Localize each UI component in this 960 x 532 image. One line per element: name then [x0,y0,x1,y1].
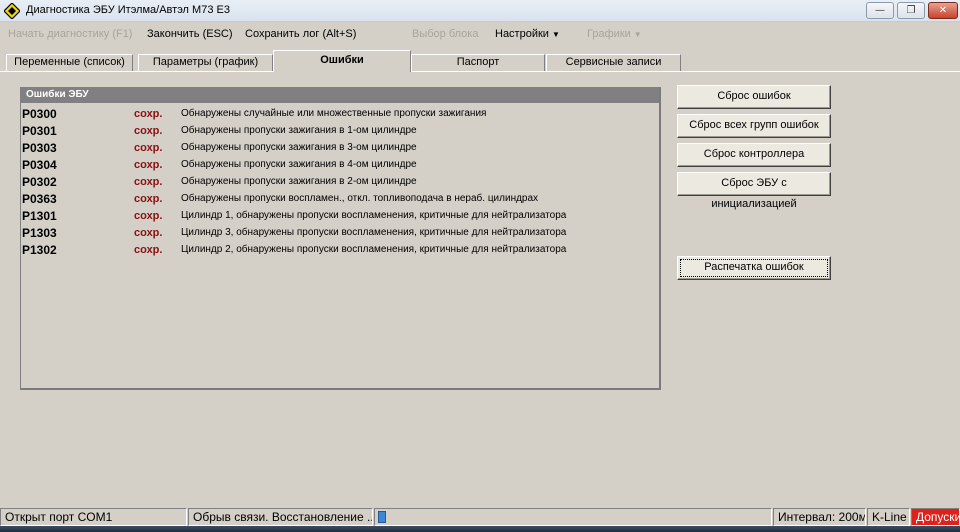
status-bar: Открыт порт COM1 Обрыв связи. Восстановл… [0,508,960,526]
error-row[interactable]: P0301 сохр. Обнаружены пропуски зажигани… [21,122,659,139]
close-button[interactable]: ✕ [928,2,958,19]
status-alarm: Допуски [911,508,960,526]
error-row[interactable]: P1302 сохр. Цилиндр 2, обнаружены пропус… [21,241,659,258]
tab-parameters-graph[interactable]: Параметры (график) [138,54,273,71]
error-code: P0300 [22,107,57,121]
error-state: сохр. [134,108,163,120]
menu-settings-label: Настройки [495,28,549,40]
menu-settings[interactable]: Настройки ▼ [495,28,560,40]
tab-service-records[interactable]: Сервисные записи [546,54,681,71]
menu-finish[interactable]: Закончить (ESC) [147,28,233,40]
reset-errors-button[interactable]: Сброс ошибок [677,85,831,109]
tab-errors[interactable]: Ошибки [273,50,411,72]
reset-all-groups-button[interactable]: Сброс всех групп ошибок [677,114,831,138]
error-description: Обнаружены пропуски зажигания в 3-ом цил… [181,142,417,153]
status-line-type: K-Line [867,508,910,526]
error-row[interactable]: P1303 сохр. Цилиндр 3, обнаружены пропус… [21,224,659,241]
error-row[interactable]: P0304 сохр. Обнаружены пропуски зажигани… [21,156,659,173]
print-errors-button[interactable]: Распечатка ошибок [677,256,831,280]
error-row[interactable]: P0303 сохр. Обнаружены пропуски зажигани… [21,139,659,156]
error-row[interactable]: P0300 сохр. Обнаружены случайные или мно… [21,105,659,122]
menu-bar: Начать диагностику (F1) Закончить (ESC) … [0,24,960,44]
tab-strip-line [0,71,960,72]
error-state: сохр. [134,125,163,137]
error-state: сохр. [134,210,163,222]
error-row[interactable]: P0302 сохр. Обнаружены пропуски зажигани… [21,173,659,190]
chevron-down-icon: ▼ [551,30,560,39]
app-diamond-icon [4,3,20,19]
error-code: P0304 [22,158,57,172]
error-state: сохр. [134,227,163,239]
error-description: Цилиндр 1, обнаружены пропуски воспламен… [181,210,567,221]
error-code: P0303 [22,141,57,155]
error-code: P1303 [22,226,57,240]
menu-save-log[interactable]: Сохранить лог (Alt+S) [245,28,356,40]
reset-controller-button[interactable]: Сброс контроллера [677,143,831,167]
error-code: P0302 [22,175,57,189]
error-state: сохр. [134,142,163,154]
window-title: Диагностика ЭБУ Итэлма/Автэл М73 Е3 [26,4,230,16]
error-description: Обнаружены пропуски воспламен., откл. то… [181,193,539,204]
error-code: P1301 [22,209,57,223]
error-description: Обнаружены пропуски зажигания в 1-ом цил… [181,125,417,136]
status-port: Открыт порт COM1 [0,508,187,526]
menu-select-block[interactable]: Выбор блока [412,28,478,40]
menu-start-diagnostics[interactable]: Начать диагностику (F1) [8,28,132,40]
error-row[interactable]: P0363 сохр. Обнаружены пропуски воспламе… [21,190,659,207]
tab-passport[interactable]: Паспорт [411,54,545,71]
error-code: P1302 [22,243,57,257]
reset-ecu-init-button[interactable]: Сброс ЭБУ с инициализацией [677,172,831,210]
tab-variables-list[interactable]: Переменные (список) [6,54,133,71]
title-bar[interactable]: Диагностика ЭБУ Итэлма/Автэл М73 Е3 — ❐ … [0,0,960,22]
progress-indicator [378,511,386,523]
maximize-button[interactable]: ❐ [897,2,925,19]
errors-panel: Ошибки ЭБУ P0300 сохр. Обнаружены случай… [20,87,661,390]
menu-graphs[interactable]: Графики ▼ [587,28,642,40]
error-description: Обнаружены пропуски зажигания в 4-ом цил… [181,159,417,170]
error-row[interactable]: P1301 сохр. Цилиндр 1, обнаружены пропус… [21,207,659,224]
error-state: сохр. [134,244,163,256]
chevron-down-icon: ▼ [633,30,642,39]
error-state: сохр. [134,176,163,188]
menu-graphs-label: Графики [587,28,631,40]
taskbar-edge [0,526,960,532]
status-progress [374,508,772,526]
minimize-button[interactable]: — [866,2,894,19]
error-code: P0363 [22,192,57,206]
error-description: Цилиндр 2, обнаружены пропуски воспламен… [181,244,567,255]
error-state: сохр. [134,159,163,171]
error-code: P0301 [22,124,57,138]
error-description: Обнаружены случайные или множественные п… [181,108,487,119]
error-description: Обнаружены пропуски зажигания в 2-ом цил… [181,176,417,187]
errors-panel-header: Ошибки ЭБУ [21,88,659,103]
error-description: Цилиндр 3, обнаружены пропуски воспламен… [181,227,567,238]
status-connection: Обрыв связи. Восстановление ... [188,508,373,526]
error-state: сохр. [134,193,163,205]
status-interval: Интервал: 200мс [773,508,866,526]
